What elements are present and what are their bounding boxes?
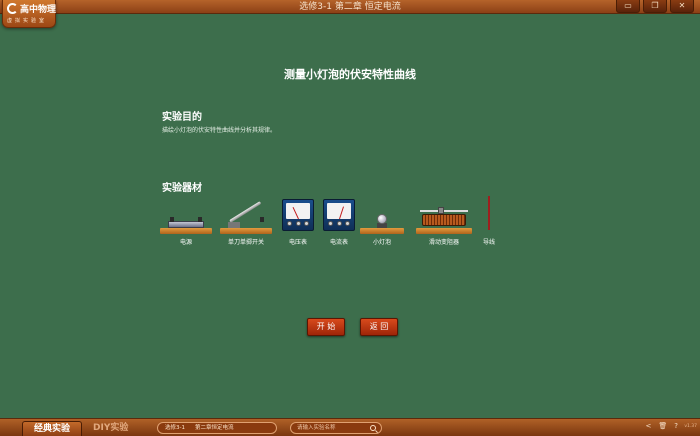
tab-classic-experiments[interactable]: 经典实验 (22, 421, 82, 436)
equipment-label: 电压表 (288, 239, 307, 246)
logo-subtitle: 虚拟实验室 (7, 18, 48, 24)
purpose-text: 描绘小灯泡的伏安特性曲线并分析其规律。 (162, 127, 277, 134)
title-bar: 选修3-1 第二章 恒定电流 ▭ ❐ ✕ (0, 0, 700, 14)
equipment-item-power-supply: 电源 (160, 196, 212, 248)
back-button[interactable]: 返 回 (360, 318, 398, 336)
window-title: 选修3-1 第二章 恒定电流 (299, 2, 401, 12)
experiment-title: 测量小灯泡的伏安特性曲线 (284, 68, 416, 81)
equipment-item-bulb: 小灯泡 (360, 196, 404, 248)
equipment-item-rheostat: 滑动变阻器 (416, 196, 472, 248)
equipment-heading: 实验器材 (162, 183, 202, 194)
equipment-label: 滑动变阻器 (428, 239, 459, 246)
equipment-item-switch: 单刀单掷开关 (220, 196, 272, 248)
equipment-label: 导线 (482, 239, 495, 246)
search-input[interactable] (297, 423, 367, 433)
app-logo: 高中物理 虚拟实验室 (2, 0, 56, 28)
help-icon[interactable]: ? (674, 422, 678, 430)
window-controls: ▭ ❐ ✕ (616, 0, 694, 14)
start-button[interactable]: 开 始 (307, 318, 345, 336)
equipment-item-ammeter: 电流表 (320, 196, 358, 248)
share-icon[interactable]: < (646, 422, 652, 430)
bulb-icon (360, 196, 404, 234)
equipment-label: 电源 (179, 239, 192, 246)
breadcrumb[interactable]: 选修3-1 第二章恒定电流 (157, 422, 277, 434)
breadcrumb-item[interactable]: 第二章恒定电流 (195, 425, 234, 431)
breadcrumb-item[interactable]: 选修3-1 (165, 425, 185, 431)
rheostat-icon (416, 196, 472, 234)
equipment-label: 电流表 (329, 239, 348, 246)
search-box[interactable] (290, 422, 382, 434)
bottom-bar: 经典实验 DIY实验 选修3-1 第二章恒定电流 < 🗑 ? v1.37 (0, 418, 700, 436)
search-icon[interactable] (370, 425, 376, 431)
minimize-button[interactable]: ▭ (616, 0, 640, 13)
equipment-item-wire: 导线 (478, 196, 500, 248)
purpose-heading: 实验目的 (162, 112, 202, 123)
equipment-label: 单刀单掷开关 (227, 239, 264, 246)
knife-switch-icon (220, 196, 272, 234)
version-label: v1.37 (684, 424, 697, 429)
logo-name: 高中物理 (20, 5, 57, 15)
ammeter-icon (320, 196, 358, 234)
equipment-label: 小灯泡 (372, 239, 391, 246)
trash-icon[interactable]: 🗑 (658, 422, 667, 430)
wire-icon (478, 196, 500, 234)
bottom-toolbar: < 🗑 ? (646, 422, 678, 430)
tab-diy-experiments[interactable]: DIY实验 (93, 421, 128, 436)
close-button[interactable]: ✕ (670, 0, 694, 13)
logo-icon (7, 3, 18, 14)
equipment-item-voltmeter: 电压表 (279, 196, 317, 248)
power-supply-icon (160, 196, 212, 234)
voltmeter-icon (279, 196, 317, 234)
restore-button[interactable]: ❐ (643, 0, 667, 13)
